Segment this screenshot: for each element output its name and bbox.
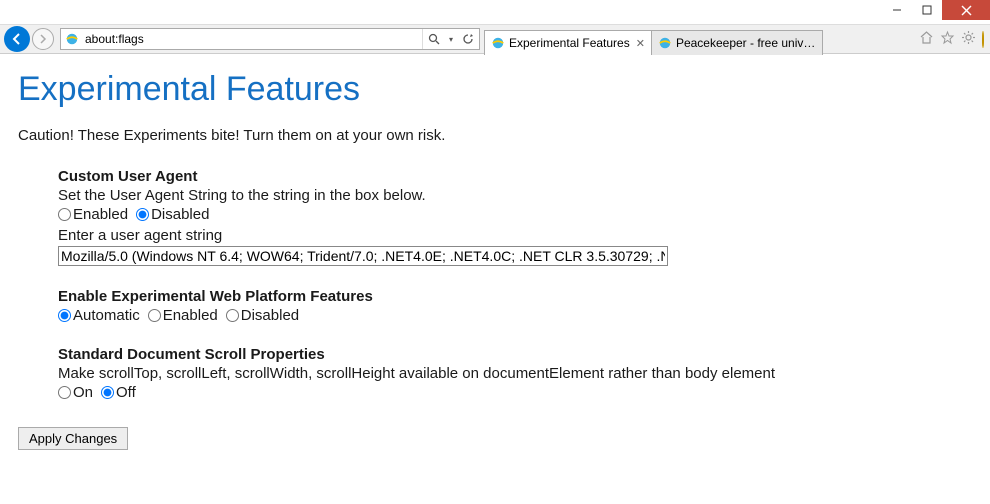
caution-text: Caution! These Experiments bite! Turn th… <box>18 127 972 144</box>
ua-field-label: Enter a user agent string <box>58 227 972 244</box>
webplat-disabled-option[interactable]: Disabled <box>226 307 299 324</box>
section-desc: Set the User Agent String to the string … <box>58 187 972 204</box>
section-title: Enable Experimental Web Platform Feature… <box>58 288 972 305</box>
tab-label: Peacekeeper - free universa... <box>676 36 816 50</box>
ua-disabled-option[interactable]: Disabled <box>136 206 209 223</box>
radio-label: Off <box>116 384 136 401</box>
ie-icon <box>63 32 81 46</box>
radio-input[interactable] <box>226 309 239 322</box>
navigation-bar: ▾ Experimental Features ✕ Peacekeeper - … <box>0 24 990 54</box>
webplat-radio-group: Automatic Enabled Disabled <box>58 307 972 324</box>
radio-label: Disabled <box>241 307 299 324</box>
section-title: Custom User Agent <box>58 168 972 185</box>
section-desc: Make scrollTop, scrollLeft, scrollWidth,… <box>58 365 972 382</box>
arrow-right-icon <box>38 34 48 44</box>
page-content: Experimental Features Caution! These Exp… <box>0 54 990 466</box>
ua-enabled-option[interactable]: Enabled <box>58 206 128 223</box>
radio-label: On <box>73 384 93 401</box>
page-title: Experimental Features <box>18 70 972 109</box>
close-tab-icon[interactable]: ✕ <box>636 37 645 50</box>
feedback-icon[interactable] <box>982 32 984 47</box>
refresh-icon[interactable] <box>457 29 479 49</box>
window-minimize[interactable] <box>882 0 912 20</box>
user-agent-input[interactable] <box>58 246 668 266</box>
radio-input[interactable] <box>136 208 149 221</box>
dropdown-icon[interactable]: ▾ <box>445 29 457 49</box>
address-bar-buttons: ▾ <box>422 29 479 49</box>
ua-radio-group: Enabled Disabled <box>58 206 972 223</box>
radio-input[interactable] <box>148 309 161 322</box>
toolbar-icons <box>919 30 990 48</box>
address-bar: ▾ <box>60 28 480 50</box>
section-web-platform: Enable Experimental Web Platform Feature… <box>58 288 972 324</box>
ie-icon <box>491 36 505 50</box>
radio-label: Disabled <box>151 206 209 223</box>
arrow-left-icon <box>10 32 24 46</box>
tab-label: Experimental Features <box>509 36 630 50</box>
home-icon[interactable] <box>919 30 934 48</box>
window-maximize[interactable] <box>912 0 942 20</box>
radio-label: Enabled <box>73 206 128 223</box>
radio-input[interactable] <box>58 208 71 221</box>
webplat-enabled-option[interactable]: Enabled <box>148 307 218 324</box>
back-button[interactable] <box>4 26 30 52</box>
search-icon[interactable] <box>423 29 445 49</box>
settings-icon[interactable] <box>961 30 976 48</box>
tab-strip: Experimental Features ✕ Peacekeeper - fr… <box>484 24 822 54</box>
webplat-automatic-option[interactable]: Automatic <box>58 307 140 324</box>
radio-input[interactable] <box>58 309 71 322</box>
scroll-off-option[interactable]: Off <box>101 384 136 401</box>
radio-label: Automatic <box>73 307 140 324</box>
section-scroll-properties: Standard Document Scroll Properties Make… <box>58 346 972 401</box>
url-input[interactable] <box>83 29 422 49</box>
section-title: Standard Document Scroll Properties <box>58 346 972 363</box>
scroll-radio-group: On Off <box>58 384 972 401</box>
radio-input[interactable] <box>58 386 71 399</box>
tab-peacekeeper[interactable]: Peacekeeper - free universa... <box>651 30 823 55</box>
radio-input[interactable] <box>101 386 114 399</box>
window-close[interactable] <box>942 0 990 20</box>
ie-icon <box>658 36 672 50</box>
section-custom-user-agent: Custom User Agent Set the User Agent Str… <box>58 168 972 266</box>
apply-changes-button[interactable]: Apply Changes <box>18 427 128 450</box>
radio-label: Enabled <box>163 307 218 324</box>
favorites-icon[interactable] <box>940 30 955 48</box>
tab-experimental-features[interactable]: Experimental Features ✕ <box>484 30 652 55</box>
forward-button[interactable] <box>32 28 54 50</box>
window-titlebar <box>0 0 990 24</box>
scroll-on-option[interactable]: On <box>58 384 93 401</box>
